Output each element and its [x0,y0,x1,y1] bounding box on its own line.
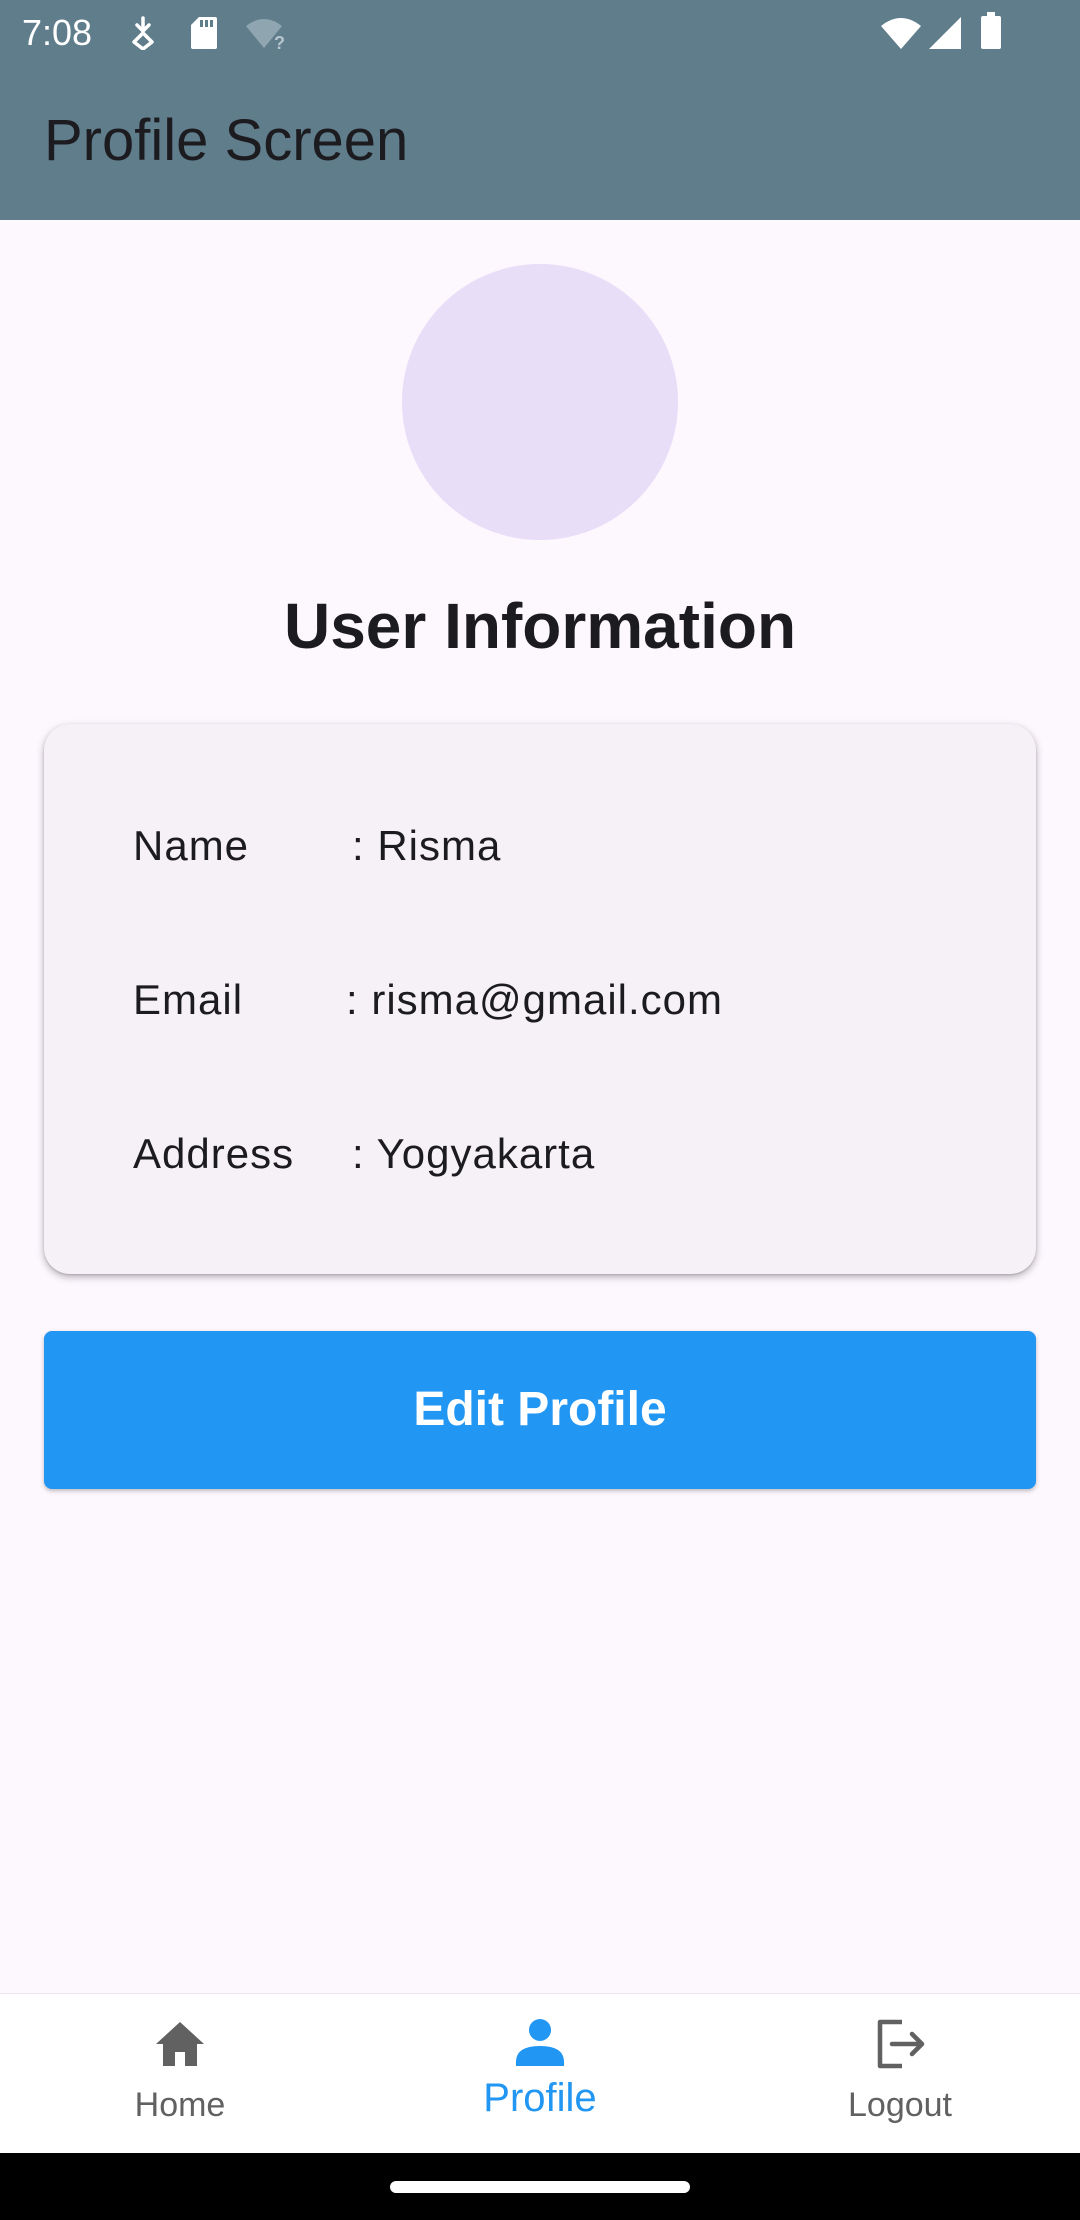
user-info-card: Name : Risma Email : risma@gmail.com Add… [44,724,1036,1274]
nav-item-home[interactable]: Home [0,1994,360,2154]
name-value: : Risma [352,822,502,869]
logout-icon [872,2016,928,2072]
section-title: User Information [283,590,797,662]
nav-label-profile: Profile [483,2076,597,2120]
nav-label-home: Home [134,2086,226,2124]
signal-icon [928,16,962,55]
svg-text:?: ? [274,33,285,50]
info-row-name: Name : Risma [44,816,1036,876]
wifi-question-icon: ? [244,16,288,55]
person-icon [512,2014,568,2070]
wifi-icon [880,16,922,55]
email-value: : risma@gmail.com [346,976,724,1023]
info-row-address: Address : Yogyakarta [44,1124,1036,1184]
address-label: Address [133,1130,295,1177]
email-label: Email [133,976,244,1023]
battery-icon [980,12,1002,55]
download-badge-icon [128,16,158,55]
edit-profile-button[interactable]: Edit Profile [44,1331,1036,1489]
avatar [402,264,678,540]
nav-item-logout[interactable]: Logout [720,1994,1080,2154]
app-bar: Profile Screen [0,66,1080,220]
status-bar: 7:08 ? [0,0,1080,66]
address-value: : Yogyakarta [352,1130,596,1177]
nav-item-profile[interactable]: Profile [360,1994,720,2154]
name-label: Name [133,822,250,869]
status-time: 7:08 [22,12,93,53]
sd-card-icon [190,16,218,55]
system-gesture-bar [0,2153,1080,2220]
info-row-email: Email : risma@gmail.com [44,970,1036,1030]
nav-label-logout: Logout [848,2086,952,2124]
home-icon [152,2016,208,2072]
gesture-handle[interactable] [390,2181,690,2193]
app-title: Profile Screen [44,108,409,173]
bottom-navigation: Home Profile Logout [0,1993,1080,2154]
